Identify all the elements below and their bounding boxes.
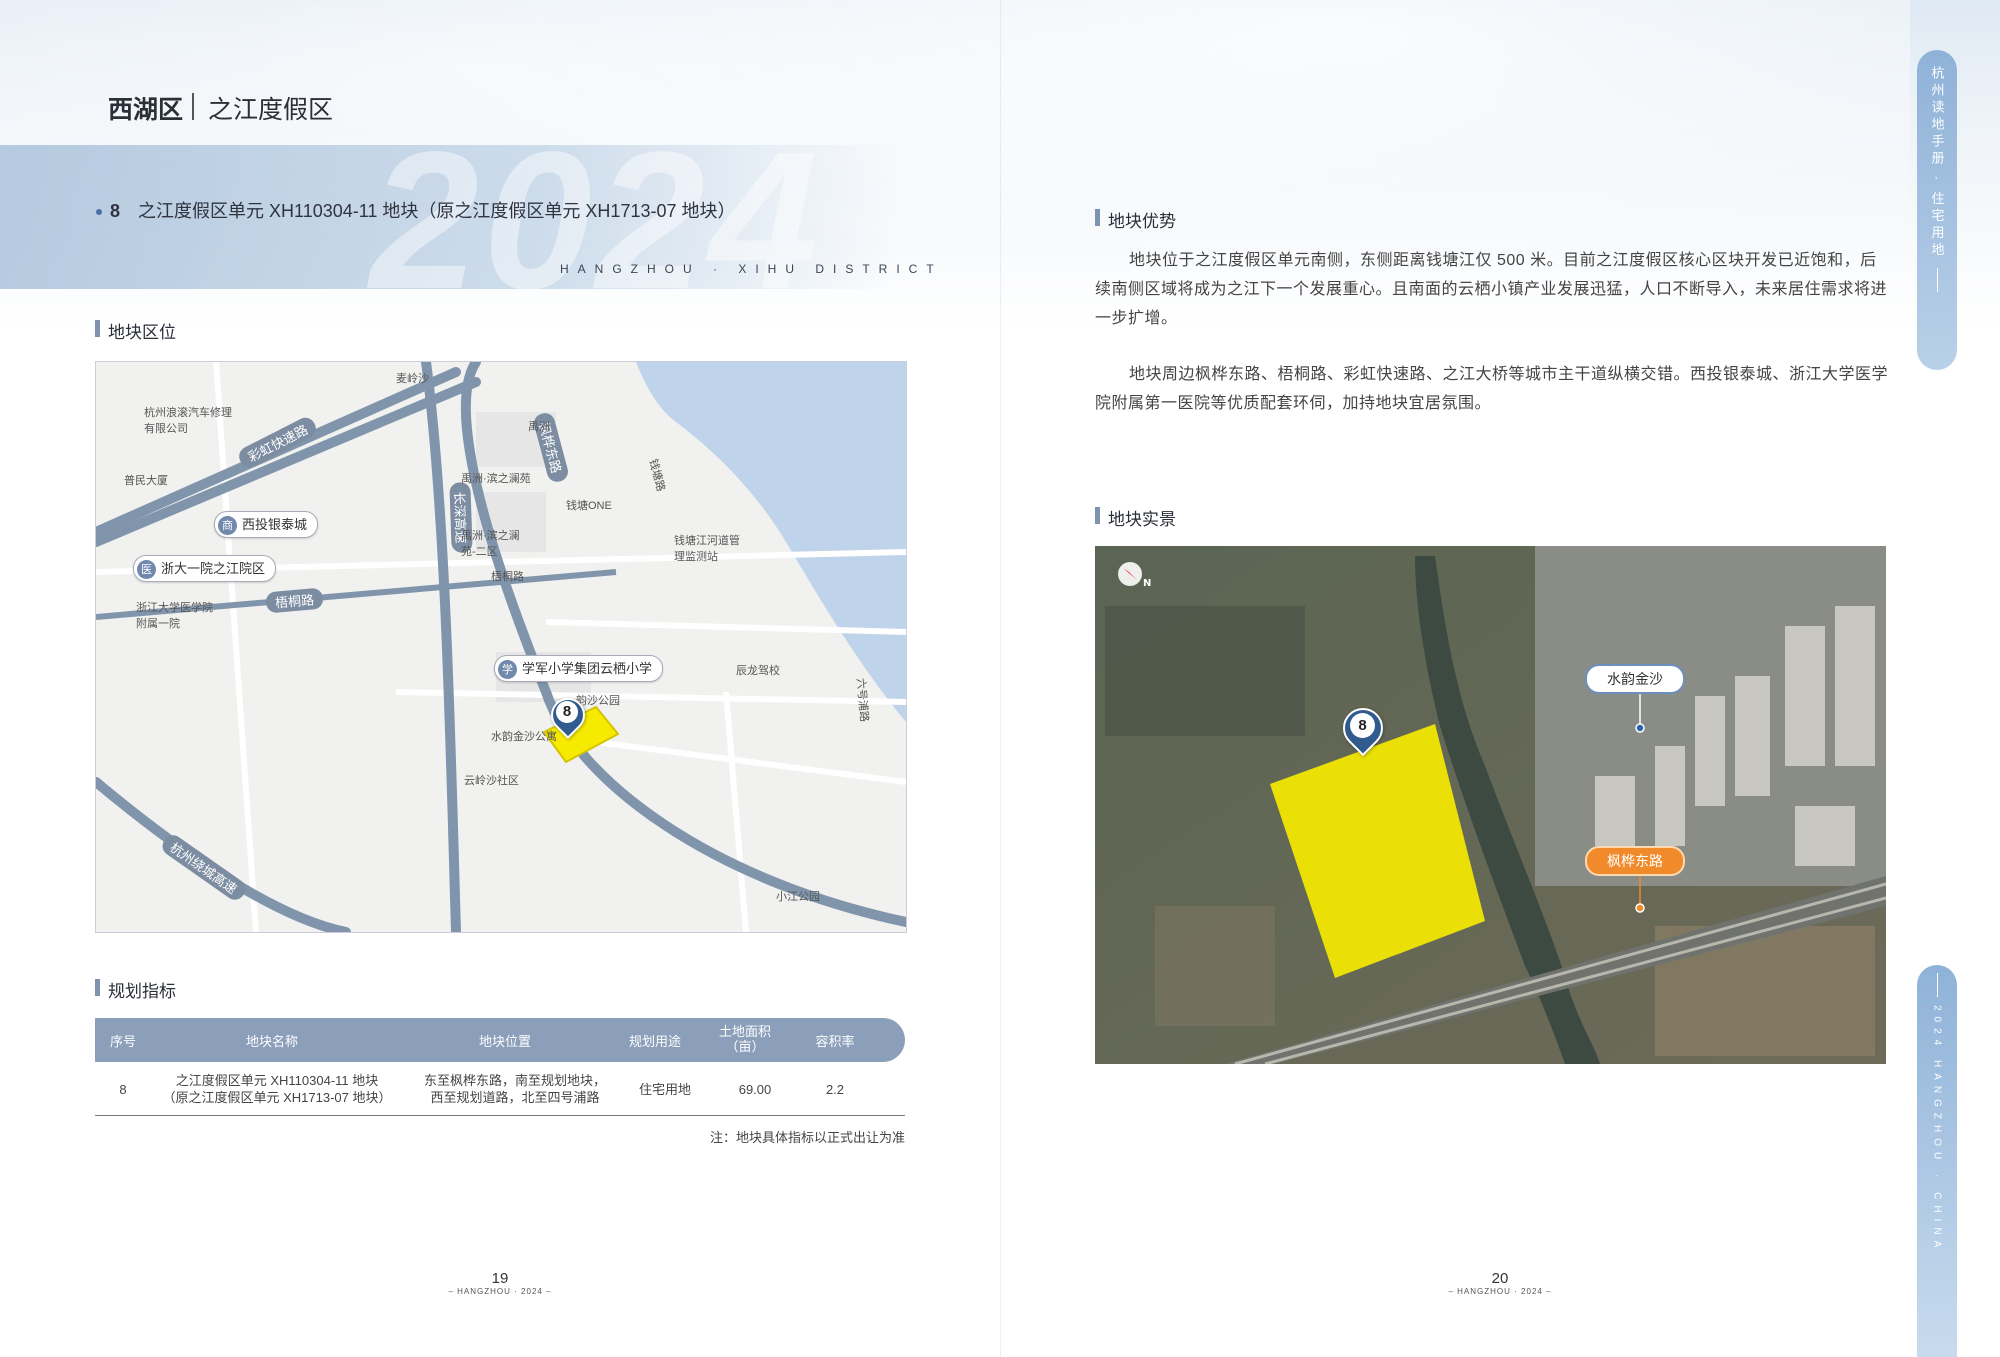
bullet-icon	[96, 209, 102, 216]
label-yuzhou1: 禹洲·滨之澜苑	[461, 473, 531, 485]
label-community: 云岭沙社区	[464, 775, 519, 787]
th-name: 地块名称	[245, 1034, 298, 1049]
table-header: 序号 地块名称 地块位置 规划用途 土地面积 （亩） 容积率	[95, 1018, 905, 1062]
side-tab-bar	[1936, 973, 1938, 997]
label-xiaojiang: 小江公园	[776, 891, 820, 903]
parcel-heading: 8 之江度假区单元 XH110304-11 地块（原之江度假区单元 XH1713-…	[96, 197, 736, 223]
page-sub-right: – HANGZHOU · 2024 –	[1448, 1287, 1552, 1296]
page-sub-left: – HANGZHOU · 2024 –	[448, 1287, 552, 1296]
side-tab-bar	[1936, 267, 1938, 292]
aerial-photo[interactable]: N 水韵金沙 枫桦东路 8	[1095, 546, 1886, 1064]
side-tab-top[interactable]: 杭州读地手册 · 住宅用地	[1917, 50, 1957, 370]
section-location: 地块区位	[95, 318, 176, 343]
poi-hospital-label: 浙大一院之江院区	[161, 562, 266, 577]
tag-shuiyun[interactable]: 水韵金沙	[1585, 664, 1685, 694]
page-number-right: 20 – HANGZHOU · 2024 –	[1440, 1270, 1560, 1296]
aerial-graphics	[1095, 546, 1886, 1064]
aerial-pin-number: 8	[1350, 713, 1375, 738]
poi-yintai[interactable]: 商西投银泰城	[214, 511, 319, 538]
label-zju: 浙江大学医学院附属一院	[136, 602, 213, 630]
area-title: 之江度假区	[208, 96, 334, 124]
parcel-title: 之江度假区单元 XH110304-11 地块（原之江度假区单元 XH1713-0…	[138, 201, 736, 221]
page-num-left: 19	[491, 1270, 509, 1287]
label-chenlong: 辰龙驾校	[736, 665, 780, 677]
page-number-left: 19 – HANGZHOU · 2024 –	[440, 1270, 560, 1296]
map-graphics	[96, 362, 906, 932]
label-qiantang-one: 钱塘ONE	[566, 500, 612, 512]
poi-school[interactable]: 学学军小学集团云栖小学	[494, 655, 664, 682]
th-far: 容积率	[815, 1034, 855, 1049]
cell-far: 2.2	[825, 1082, 845, 1097]
page-num-right: 20	[1491, 1270, 1509, 1287]
cell-area: 69.00	[738, 1082, 772, 1097]
location-map[interactable]: 彩虹快速路 梧桐路 长深高速 枫桦东路 杭州绕城高速 钱塘路 六号浦路 商西投银…	[95, 361, 907, 933]
label-wutong-small: 梧桐路	[491, 571, 524, 583]
th-use: 规划用途	[628, 1034, 681, 1049]
advantage-paragraph-1: 地块位于之江度假区单元南侧，东侧距离钱塘江仅 500 米。目前之江度假区核心区块…	[1095, 252, 1888, 327]
header-divider	[192, 93, 194, 120]
cell-loc-1: 东至枫桦东路，南至规划地块，	[423, 1073, 606, 1088]
page-fold	[1000, 0, 1001, 1357]
label-yuzhou: 禹洲	[528, 421, 550, 433]
advantage-paragraph-2: 地块周边枫桦东路、梧桐路、彩虹快速路、之江大桥等城市主干道纵横交错。西投银泰城、…	[1095, 366, 1889, 412]
table-rule	[95, 1115, 905, 1116]
poi-school-label: 学军小学集团云栖小学	[522, 662, 653, 677]
district-en: HANGZHOU · XIHU DISTRICT	[560, 262, 943, 276]
cell-no: 8	[119, 1082, 127, 1097]
compass-label: N	[1143, 578, 1152, 589]
map-pin-number: 8	[556, 701, 578, 723]
cell-name-2: （原之江度假区单元 XH1713-07 地块）	[162, 1090, 392, 1105]
hospital-icon: 医	[137, 560, 156, 579]
table-note: 注：地块具体指标以正式出让为准	[709, 1130, 905, 1145]
side-tab-bottom[interactable]: 2024 HANGZHOU · CHINA	[1917, 965, 1957, 1357]
label-dongkan: 麦岭沙	[396, 373, 429, 385]
label-shuiyun: 水韵金沙公寓	[491, 731, 557, 743]
school-icon: 学	[498, 660, 517, 679]
cell-loc-2: 西至规划道路，北至四号浦路	[430, 1090, 600, 1105]
district-title: 西湖区	[108, 96, 184, 124]
side-tab-bottom-label: 2024 HANGZHOU · CHINA	[1931, 1005, 1943, 1254]
parcel-number: 8	[110, 201, 121, 221]
cell-use: 住宅用地	[638, 1082, 691, 1097]
th-area: 土地面积 （亩）	[718, 1024, 771, 1054]
label-auto: 杭州浪滚汽车修理有限公司	[144, 407, 232, 435]
label-yimin: 普民大厦	[124, 475, 168, 487]
label-monitor: 钱塘江河道管理监测站	[674, 535, 740, 563]
poi-hospital[interactable]: 医浙大一院之江院区	[133, 555, 277, 582]
tag-fenghua[interactable]: 枫桦东路	[1585, 846, 1685, 876]
th-no: 序号	[109, 1034, 136, 1049]
section-real-view: 地块实景	[1095, 505, 1176, 530]
label-yuzhou2: 禹洲·滨之澜苑-二区	[461, 530, 520, 558]
poi-yintai-label: 西投银泰城	[242, 518, 308, 533]
th-location: 地块位置	[478, 1034, 531, 1049]
side-tab-top-label: 杭州读地手册 · 住宅用地	[1929, 66, 1945, 260]
mall-icon: 商	[218, 516, 237, 535]
cell-name-1: 之江度假区单元 XH110304-11 地块	[175, 1073, 379, 1088]
section-advantages: 地块优势	[1095, 207, 1176, 232]
section-indicators: 规划指标	[95, 977, 176, 1002]
